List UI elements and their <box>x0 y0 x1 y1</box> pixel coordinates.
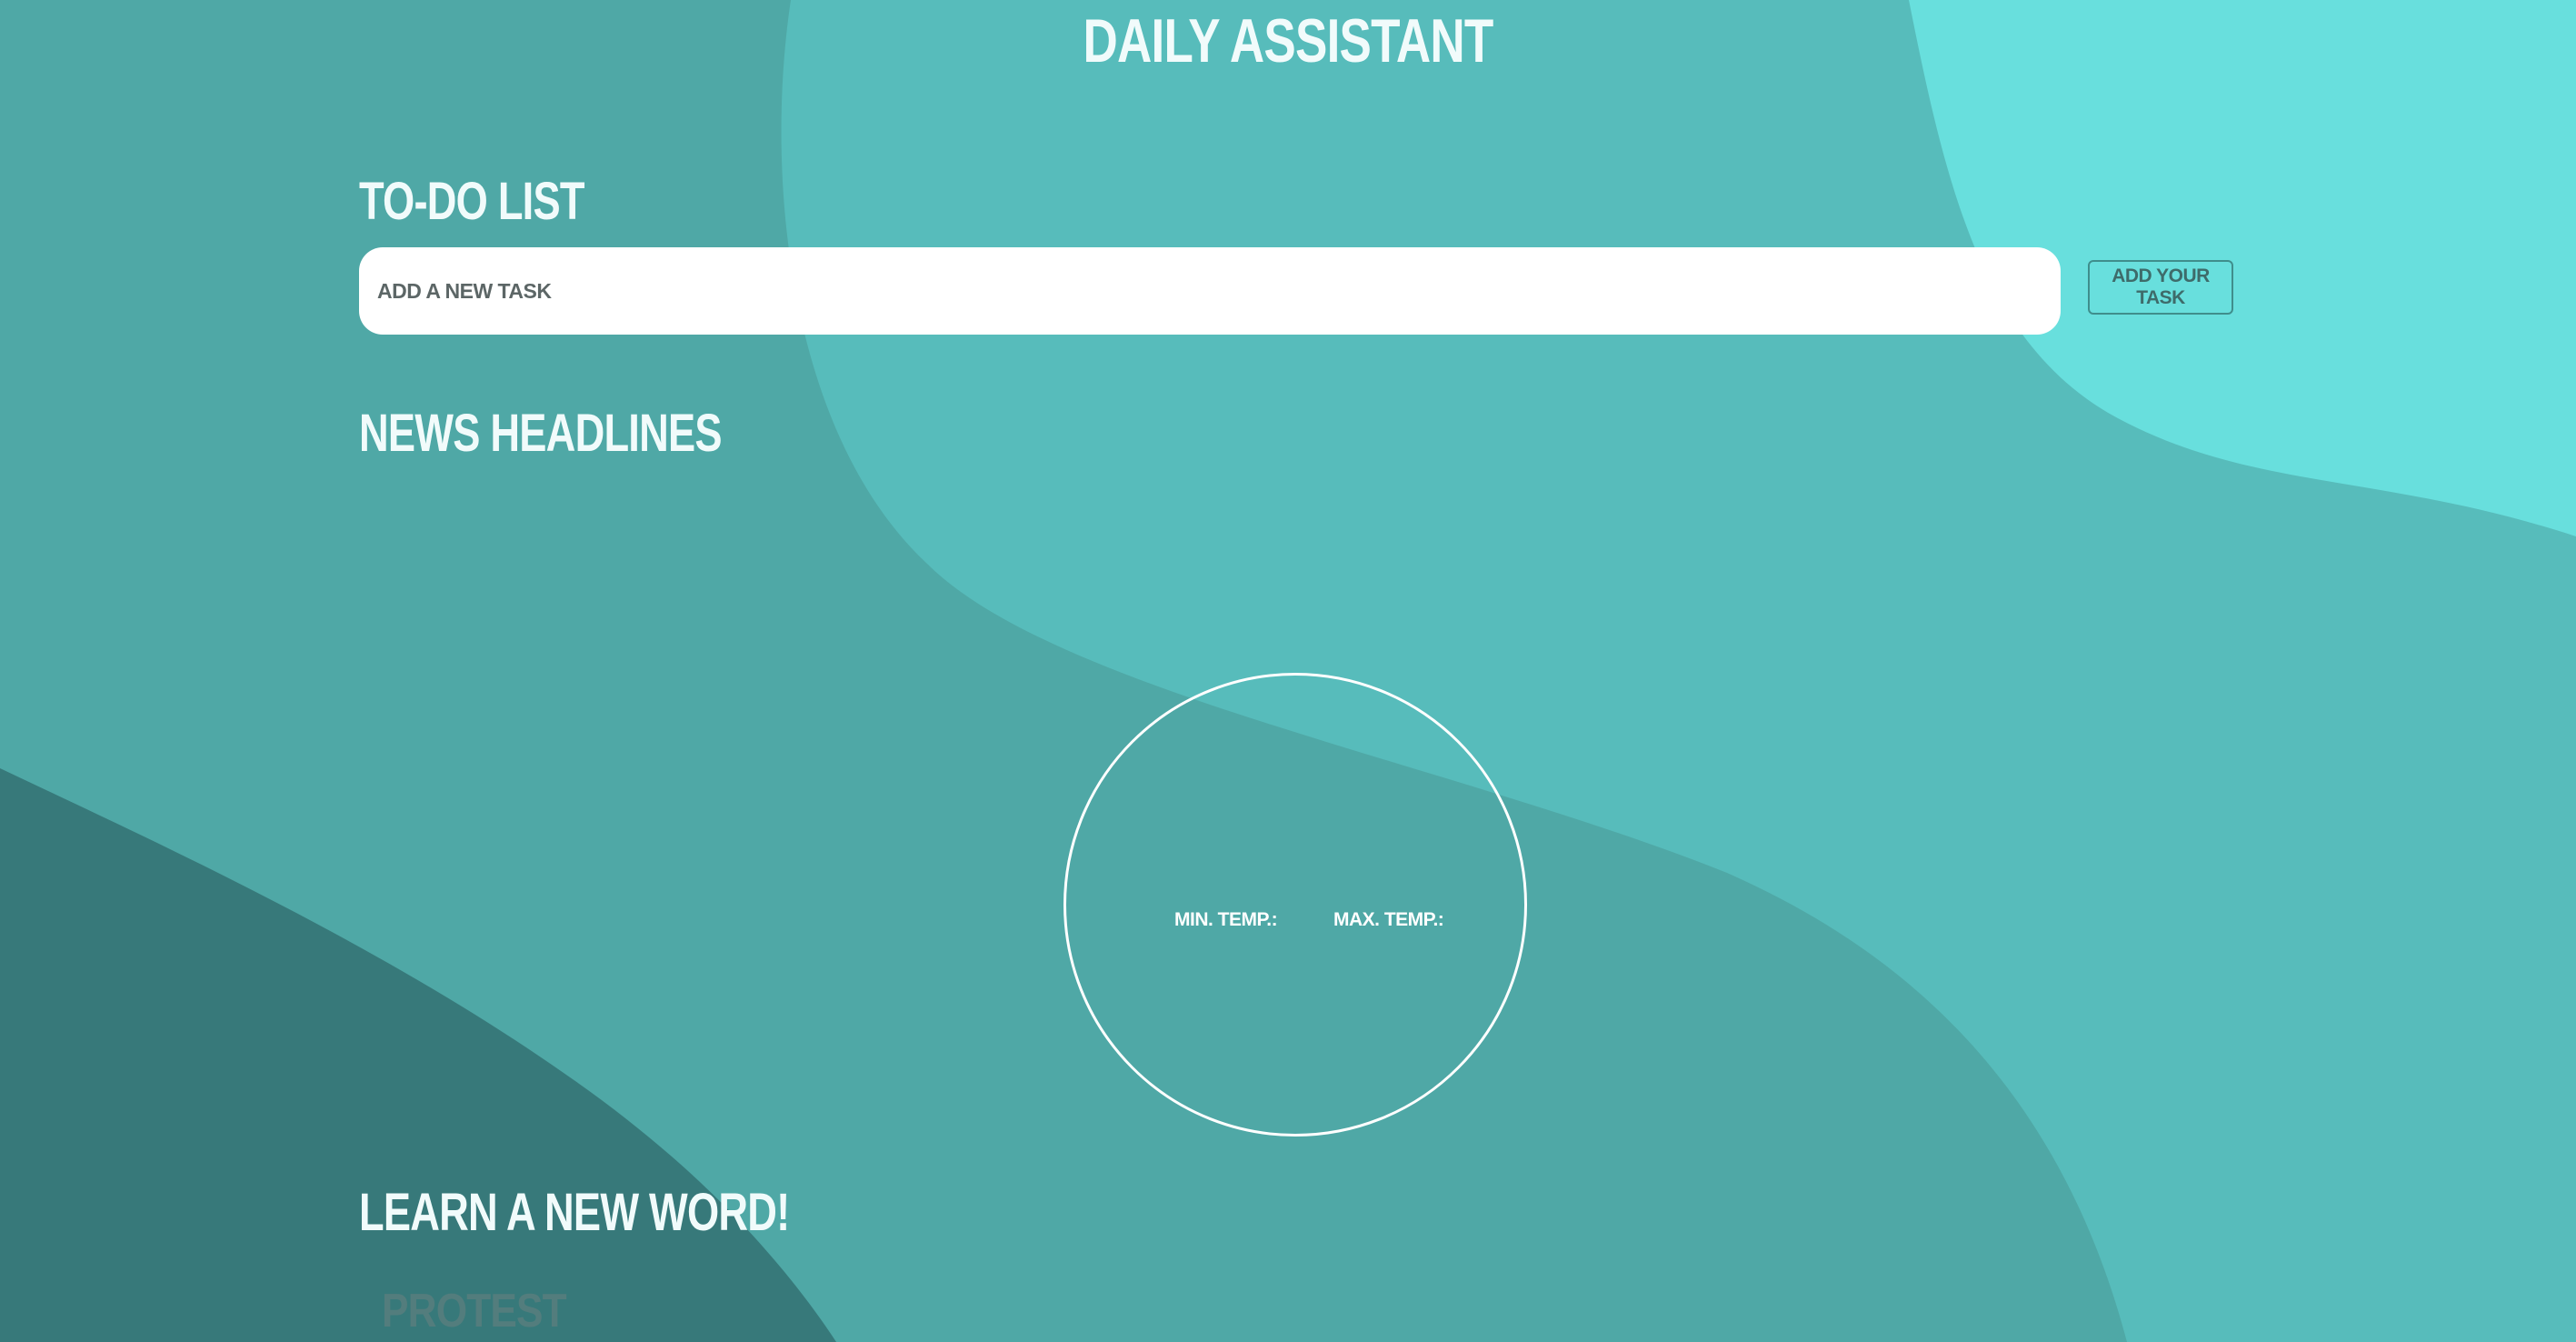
app-title: DAILY ASSISTANT <box>1083 6 1493 75</box>
word-of-the-day: PROTEST <box>382 1285 567 1337</box>
min-temp-label: MIN. TEMP.: <box>1174 909 1278 930</box>
word-heading: LEARN A NEW WORD! <box>359 1183 790 1242</box>
max-temp-label: MAX. TEMP.: <box>1333 909 1444 930</box>
todo-heading: TO-DO LIST <box>359 172 585 231</box>
new-task-input[interactable] <box>359 247 2061 335</box>
add-task-button[interactable]: ADD YOUR TASK <box>2088 260 2233 315</box>
weather-circle <box>1063 673 1527 1137</box>
news-heading: NEWS HEADLINES <box>359 404 723 463</box>
